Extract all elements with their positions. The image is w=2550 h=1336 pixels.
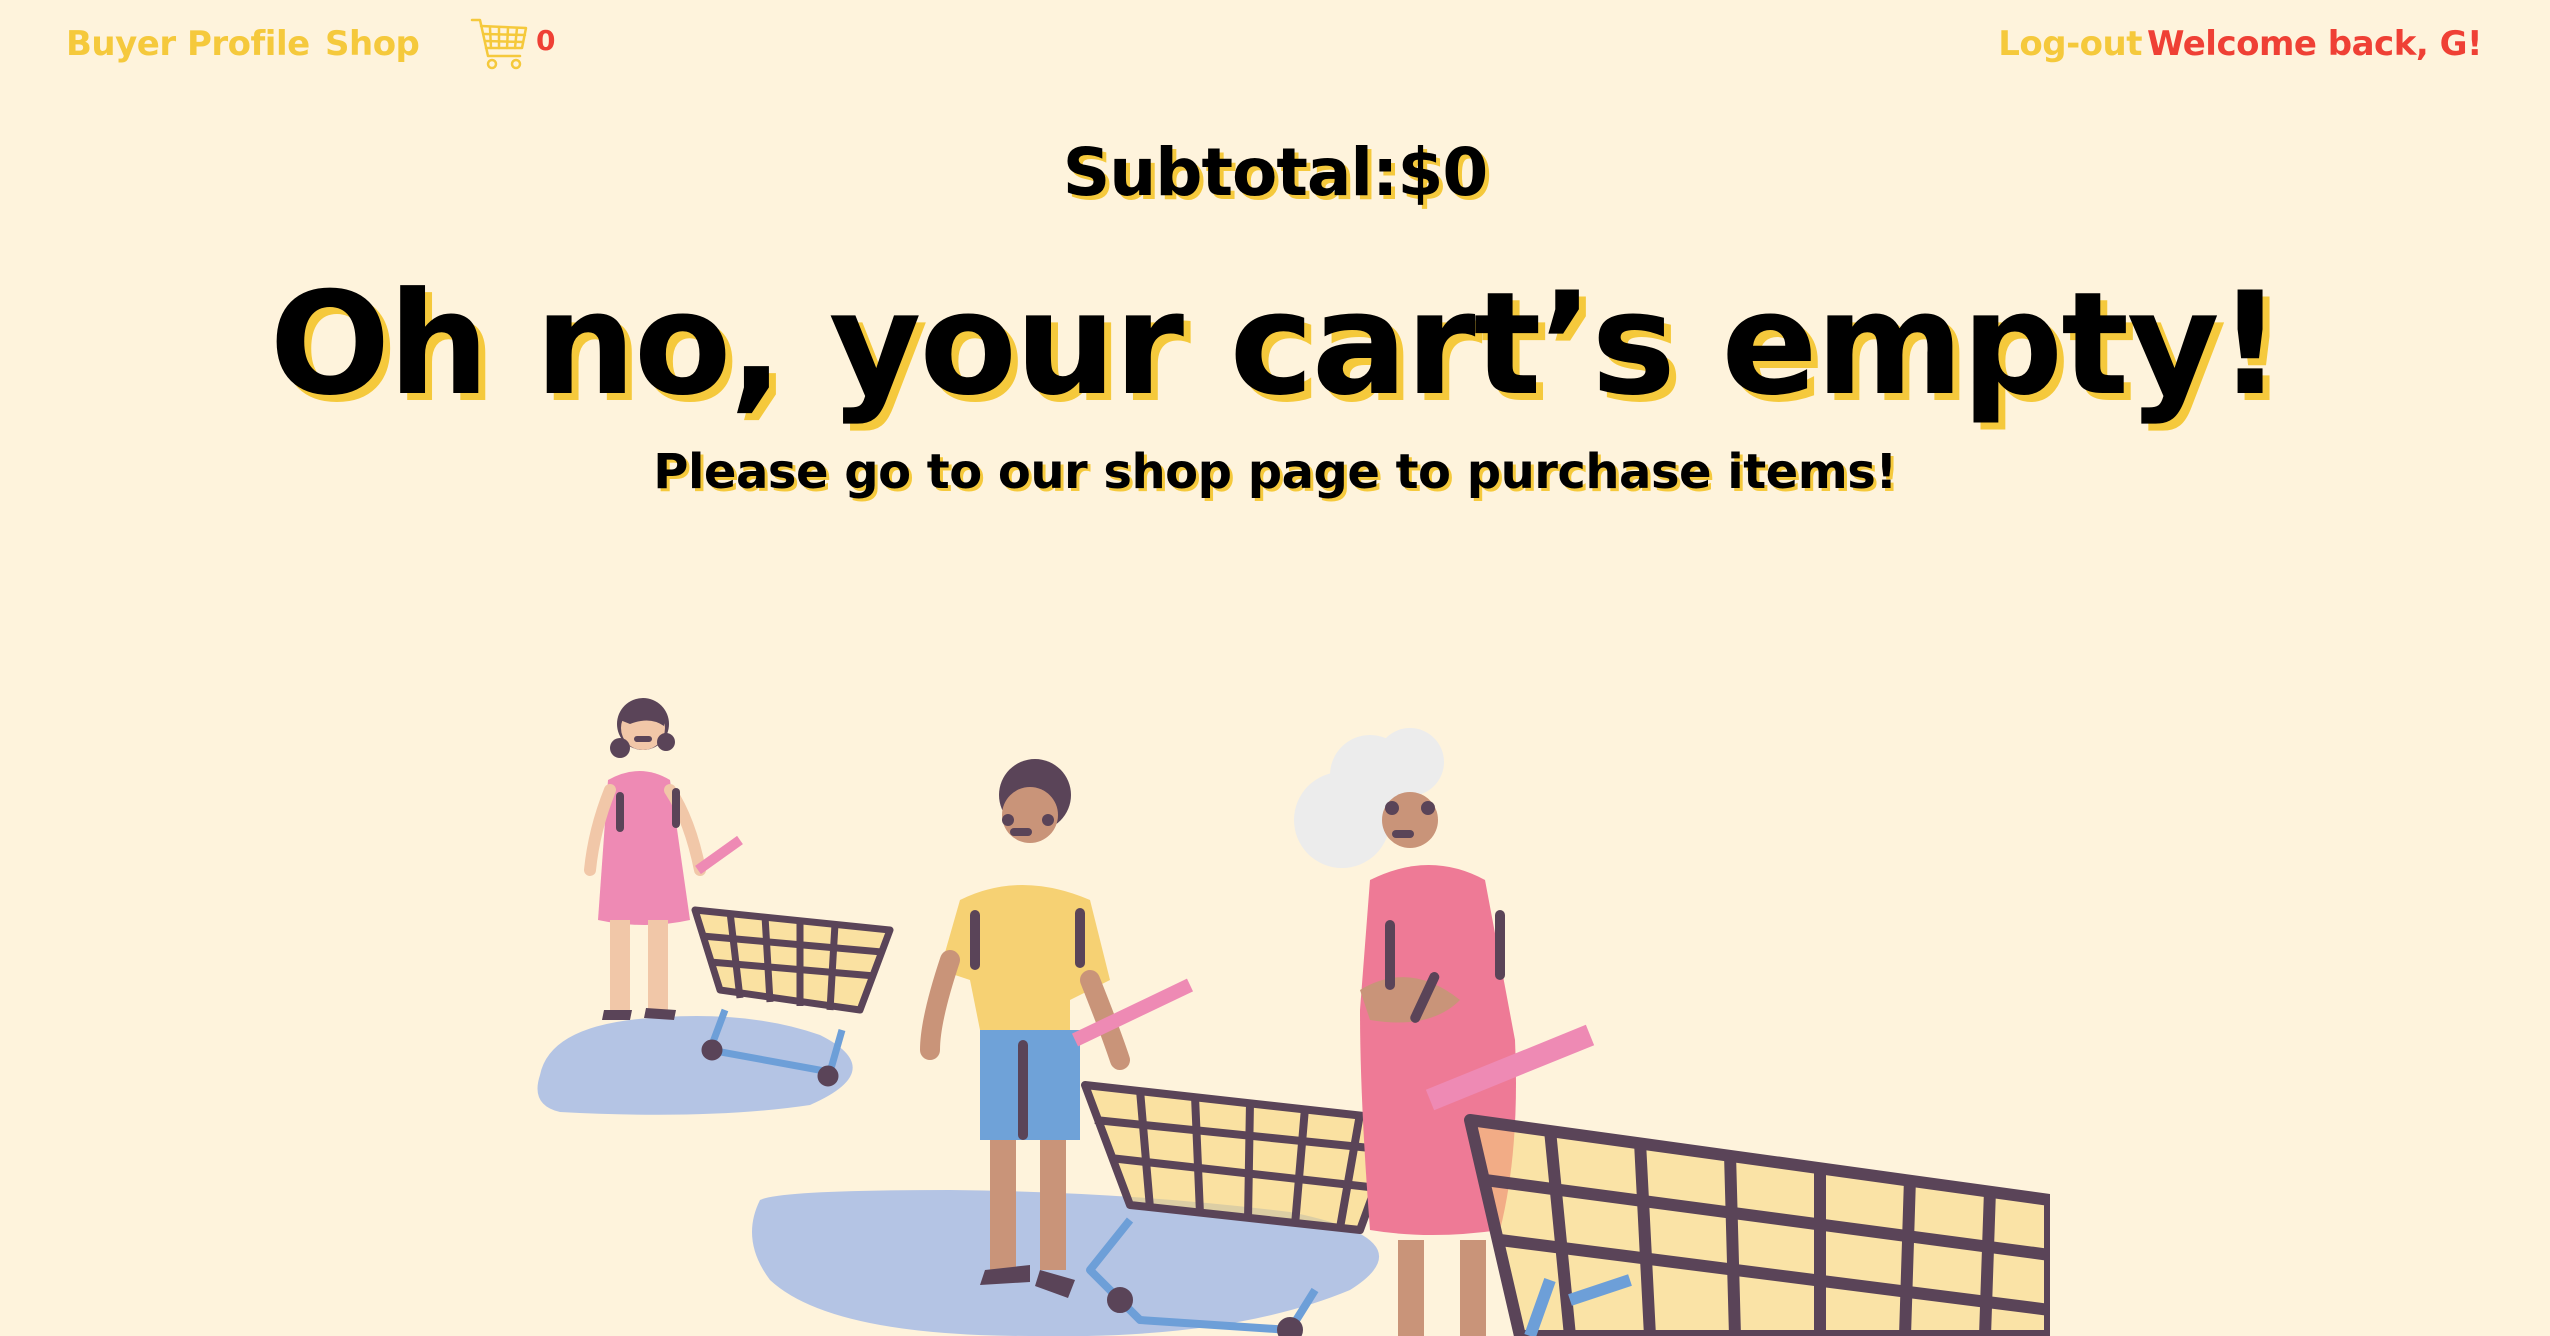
nav-cart-link[interactable]: 0: [470, 16, 570, 76]
empty-cart-message: Please go to our shop page to purchase i…: [653, 444, 1897, 500]
empty-cart-title: Oh no, your cart’s empty!: [269, 262, 2283, 427]
girl-figure: [584, 698, 706, 1020]
nav-logout-link[interactable]: Log-out: [1998, 24, 2142, 64]
top-navbar: Buyer Profile Shop 0 Log-out Welcome bac…: [0, 0, 2550, 100]
shoppers-with-carts-illustration: [537, 698, 2050, 1336]
nav-buyer-profile-link[interactable]: Buyer Profile: [66, 24, 310, 64]
large-cart: [1425, 1024, 2050, 1336]
cart-subtotal: Subtotal:$0: [1062, 134, 1489, 211]
shopping-cart-icon: [470, 18, 528, 70]
cart-count-badge: 0: [536, 24, 556, 57]
nav-shop-link[interactable]: Shop: [325, 24, 420, 64]
welcome-message: Welcome back, G!: [2146, 24, 2483, 64]
